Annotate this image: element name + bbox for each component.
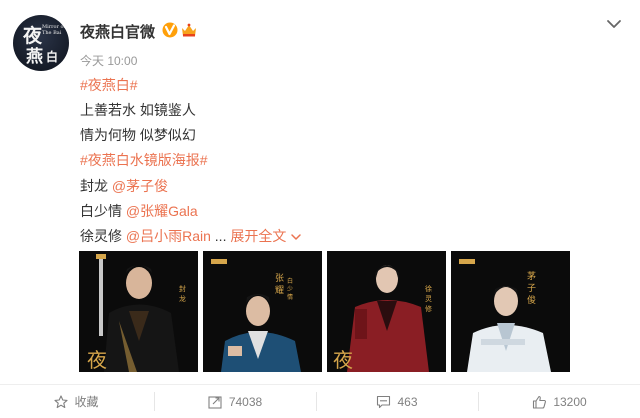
poster-image[interactable]: 茅 子 俊 <box>451 251 570 372</box>
hashtag-link[interactable]: #夜燕白水镜版海报# <box>80 150 208 170</box>
avatar-glyph: 白 <box>46 50 59 64</box>
svg-text:徐: 徐 <box>425 284 432 293</box>
comment-icon <box>377 395 391 408</box>
favorite-button[interactable]: 收藏 <box>0 385 153 418</box>
vip-crown-icon[interactable] <box>180 22 198 38</box>
svg-text:耀: 耀 <box>275 285 284 296</box>
svg-text:龙: 龙 <box>179 294 186 303</box>
role-name: 封龙 <box>80 178 112 194</box>
post-text-line: 上善若水 如镜鉴人 <box>80 102 196 118</box>
svg-text:白: 白 <box>287 277 293 285</box>
svg-text:灵: 灵 <box>425 295 432 303</box>
role-name: 白少情 <box>80 203 126 219</box>
verified-icon <box>162 22 178 38</box>
post-text-line: 白少情 @张耀Gala <box>80 201 198 221</box>
poster-image[interactable]: 张 耀 白 少 情 <box>203 251 322 372</box>
mention-link[interactable]: @茅子俊 <box>112 178 168 194</box>
svg-text:封: 封 <box>179 284 186 293</box>
svg-text:茅: 茅 <box>527 271 536 282</box>
avatar[interactable]: 夜 燕 白 Mirror of The Bai <box>13 15 69 71</box>
chevron-down-icon[interactable] <box>605 17 623 31</box>
expand-full-text-link[interactable]: 展开全文 <box>230 228 286 244</box>
comment-button[interactable]: 463 <box>317 385 477 418</box>
weibo-post-card: 夜 燕 白 Mirror of The Bai 夜燕白官微 今天 10:00 #… <box>0 0 640 418</box>
forward-button[interactable]: 74038 <box>155 385 315 418</box>
star-icon <box>54 394 69 408</box>
like-icon <box>533 395 547 409</box>
svg-text:修: 修 <box>425 304 432 313</box>
chevron-down-icon[interactable] <box>290 232 302 242</box>
forward-icon <box>208 395 222 409</box>
svg-text:少: 少 <box>287 286 293 293</box>
hashtag-link[interactable]: #夜燕白# <box>80 75 138 95</box>
avatar-glyph: 燕 <box>26 47 43 67</box>
role-name: 徐灵修 <box>80 228 126 244</box>
svg-text:情: 情 <box>287 293 293 301</box>
mention-link[interactable]: @吕小雨Rain <box>126 228 211 244</box>
ellipsis: ... <box>210 228 231 244</box>
svg-text:俊: 俊 <box>527 294 536 306</box>
account-name[interactable]: 夜燕白官微 <box>80 21 155 42</box>
svg-text:夜: 夜 <box>87 348 107 372</box>
comment-count: 463 <box>397 394 418 409</box>
poster-image[interactable]: 夜 徐 灵 修 <box>327 251 446 372</box>
like-button[interactable]: 13200 <box>479 385 640 418</box>
mention-link[interactable]: @张耀Gala <box>126 203 198 219</box>
poster-image[interactable]: 夜 封 龙 <box>79 251 198 372</box>
favorite-label: 收藏 <box>74 395 99 409</box>
avatar-subtext: Mirror of The Bai <box>42 24 66 36</box>
forward-count: 74038 <box>228 394 263 409</box>
svg-text:夜: 夜 <box>333 348 353 372</box>
svg-text:子: 子 <box>527 283 536 294</box>
like-count: 13200 <box>553 394 587 409</box>
post-text-line: 情为何物 似梦似幻 <box>80 127 196 143</box>
post-text-line: 封龙 @茅子俊 <box>80 176 168 196</box>
post-text-line: 徐灵修 @吕小雨Rain ... 展开全文 <box>80 226 302 246</box>
svg-text:张: 张 <box>275 273 284 284</box>
post-time[interactable]: 今天 10:00 <box>80 52 137 69</box>
